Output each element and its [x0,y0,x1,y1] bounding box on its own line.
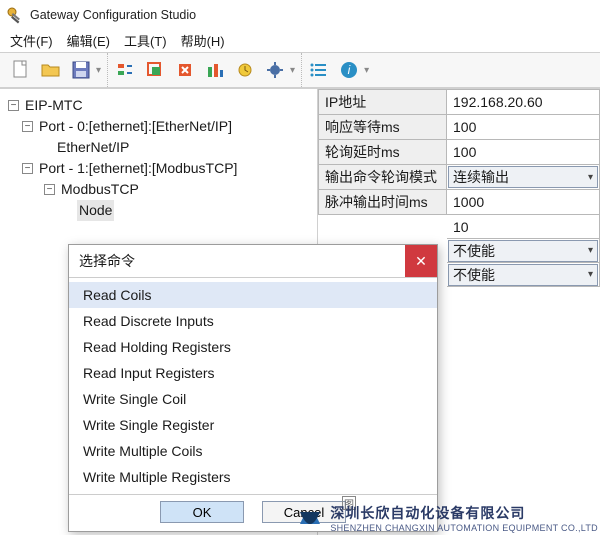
title-bar: Gateway Configuration Studio [0,0,600,28]
command-item[interactable]: Read Coils [69,282,437,308]
toolbar-group-ops: ▾ [108,53,302,87]
settings-icon[interactable] [264,59,286,81]
combo-box[interactable]: 不使能▾ [448,240,598,262]
app-icon [6,6,24,24]
menu-tools[interactable]: 工具(T) [124,31,167,50]
watermark-text: 深圳长欣自动化设备有限公司 SHENZHEN CHANGXIN AUTOMATI… [330,503,598,533]
app-title: Gateway Configuration Studio [30,8,196,22]
menu-bar: 文件(F) 编辑(E) 工具(T) 帮助(H) [0,28,600,52]
menu-file[interactable]: 文件(F) [10,31,53,50]
watermark-cn: 深圳长欣自动化设备有限公司 [330,503,598,523]
toolbar-group-info: i▾ [302,53,375,87]
watermark: 深圳长欣自动化设备有限公司 SHENZHEN CHANGXIN AUTOMATI… [296,503,598,533]
tree-root[interactable]: −EIP-MTC [8,95,313,116]
tree-node-label: Node [77,200,114,221]
prop-row: 响应等待ms100 [319,115,600,140]
prop-value[interactable]: 连续输出▾ [447,165,600,190]
collapse-icon[interactable]: − [44,184,55,195]
menu-help[interactable]: 帮助(H) [181,31,225,50]
svg-text:i: i [348,63,351,77]
chevron-down-icon: ▾ [588,172,593,183]
watermark-logo-icon [296,504,324,532]
tool-icon-2[interactable] [144,59,166,81]
command-item[interactable]: Read Input Registers [69,360,437,386]
tree-port0-child[interactable]: EtherNet/IP [44,137,313,158]
tree-port0-child-label: EtherNet/IP [55,137,131,158]
prop-value[interactable]: 100 [447,140,600,165]
collapse-icon[interactable]: − [8,100,19,111]
watermark-en: SHENZHEN CHANGXIN AUTOMATION EQUIPMENT C… [330,523,598,533]
tree-port1-child[interactable]: −ModbusTCP [44,179,313,200]
tree-port0[interactable]: −Port - 0:[ethernet]:[EtherNet/IP] [22,116,313,137]
command-item[interactable]: Write Single Coil [69,386,437,412]
save-file-icon[interactable] [70,59,92,81]
prop-row: 10 [319,215,600,239]
select-command-dialog: 选择命令 ✕ Read CoilsRead Discrete InputsRea… [68,244,438,532]
tree-port0-label: Port - 0:[ethernet]:[EtherNet/IP] [37,116,234,137]
prop-row: 脉冲输出时间ms1000 [319,190,600,215]
prop-value[interactable]: 192.168.20.60 [447,90,600,115]
chevron-down-icon: ▾ [588,269,593,280]
command-item[interactable]: Read Discrete Inputs [69,308,437,334]
dialog-titlebar: 选择命令 ✕ [69,245,437,277]
menu-edit[interactable]: 编辑(E) [67,31,110,50]
tool-icon-4[interactable] [204,59,226,81]
command-list[interactable]: Read CoilsRead Discrete InputsRead Holdi… [69,277,437,495]
prop-value[interactable]: 100 [447,115,600,140]
prop-row: 轮询延时ms100 [319,140,600,165]
tree-port1[interactable]: −Port - 1:[ethernet]:[ModbusTCP] [22,158,313,179]
prop-value[interactable]: 不使能▾ [447,263,600,287]
tree-port1-label: Port - 1:[ethernet]:[ModbusTCP] [37,158,239,179]
tree-node[interactable]: Node [66,200,313,221]
close-icon[interactable]: ✕ [405,245,437,277]
tree-root-label: EIP-MTC [23,95,85,116]
tool-icon-5[interactable] [234,59,256,81]
prop-key: IP地址 [319,90,447,115]
dialog-title: 选择命令 [79,251,135,271]
open-file-icon[interactable] [40,59,62,81]
info-icon[interactable]: i [338,59,360,81]
command-item[interactable]: Write Multiple Registers [69,464,437,490]
prop-value[interactable]: 1000 [447,190,600,215]
prop-row: 输出命令轮询模式连续输出▾ [319,165,600,190]
command-item[interactable]: Read Holding Registers [69,334,437,360]
command-item[interactable]: Write Multiple Coils [69,438,437,464]
prop-key: 响应等待ms [319,115,447,140]
combo-box[interactable]: 不使能▾ [448,264,598,286]
prop-key: 输出命令轮询模式 [319,165,447,190]
prop-row: IP地址192.168.20.60 [319,90,600,115]
prop-value[interactable]: 不使能▾ [447,239,600,263]
chevron-down-icon: ▾ [588,245,593,256]
collapse-icon[interactable]: − [22,163,33,174]
toolbar-group-file: ▾ [4,53,108,87]
tool-icon-3[interactable] [174,59,196,81]
tree-port1-child-label: ModbusTCP [59,179,141,200]
new-file-icon[interactable] [10,59,32,81]
combo-box[interactable]: 连续输出▾ [448,166,598,188]
command-item[interactable]: Write Single Register [69,412,437,438]
collapse-icon[interactable]: − [22,121,33,132]
prop-value[interactable]: 10 [447,215,600,239]
prop-key: 脉冲输出时间ms [319,190,447,215]
ok-button[interactable]: OK [160,501,244,523]
prop-key: 轮询延时ms [319,140,447,165]
toolbar: ▾ ▾ i▾ [0,52,600,88]
tool-icon-1[interactable] [114,59,136,81]
list-icon[interactable] [308,59,330,81]
